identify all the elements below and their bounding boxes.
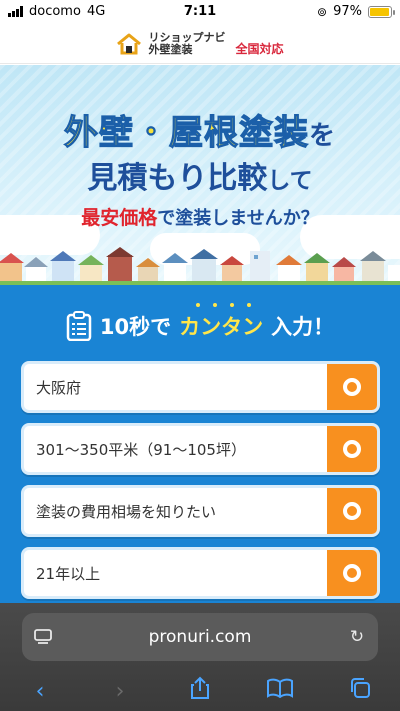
tabs-icon[interactable] xyxy=(340,677,380,705)
battery-icon xyxy=(368,5,395,18)
bookmarks-icon[interactable] xyxy=(260,678,300,704)
form-title-prefix: 10秒で xyxy=(99,315,172,339)
hero-tagline-rest: で塗装しませんか？ xyxy=(157,208,319,229)
hero-subheadline-main: 見積もり比較 xyxy=(87,161,268,196)
url-text[interactable]: pronuri.com xyxy=(64,627,336,647)
share-icon[interactable] xyxy=(180,676,220,706)
area-value: 301〜350平米（91〜105坪） xyxy=(36,440,246,459)
status-bar: docomo 4G 7:11 ⊚ 97% xyxy=(0,0,400,24)
house-logo-icon xyxy=(117,33,142,54)
select-button[interactable] xyxy=(327,364,377,410)
hero-subheadline: 見積もり比較して xyxy=(0,153,400,197)
back-icon[interactable]: ‹ xyxy=(20,679,60,704)
circle-icon xyxy=(343,502,361,520)
battery-percent: 97% xyxy=(333,4,362,19)
nationwide-badge: 全国対応 xyxy=(235,42,284,56)
logo-line1: リショップナビ xyxy=(148,30,226,44)
browser-toolbar: ‹ › xyxy=(0,671,400,711)
form-title-suffix: 入力！ xyxy=(271,315,335,339)
hero-headline-main: 外壁・屋根塗装 xyxy=(63,112,309,153)
hero-subheadline-tail: して xyxy=(267,168,313,194)
select-button[interactable] xyxy=(327,426,377,472)
circle-icon xyxy=(343,440,361,458)
building-age-value: 21年以上 xyxy=(36,564,101,583)
quote-form-section: 10秒で カンタン 入力！ 大阪府 301〜350平米（91〜105坪） 塗装の費用… xyxy=(0,285,400,615)
form-title: 10秒で カンタン 入力！ xyxy=(0,311,400,341)
prefecture-value: 大阪府 xyxy=(36,378,82,397)
purpose-value: 塗装の費用相場を知りたい xyxy=(36,502,217,521)
site-logo-text: リショップナビ 外壁塗装 xyxy=(148,32,225,55)
form-title-accent: カンタン xyxy=(179,315,264,339)
hero-banner: 外壁・屋根塗装を 見積もり比較して 最安価格で塗装しませんか？ xyxy=(0,65,400,285)
circle-icon xyxy=(343,564,361,582)
site-header[interactable]: リショップナビ 外壁塗装 全国対応 xyxy=(0,24,400,64)
select-button[interactable] xyxy=(327,488,377,534)
reader-icon[interactable] xyxy=(22,629,64,645)
circle-icon xyxy=(343,378,361,396)
forward-icon[interactable]: › xyxy=(100,679,140,704)
purpose-select[interactable]: 塗装の費用相場を知りたい xyxy=(21,485,380,537)
orientation-lock-icon: ⊚ xyxy=(317,4,328,19)
logo-line2: 外壁塗装 xyxy=(148,42,193,56)
emphasis-dots xyxy=(196,303,251,307)
status-right: ⊚ 97% xyxy=(317,4,395,19)
clipboard-icon xyxy=(66,311,92,341)
hero-headline-particle: を xyxy=(308,121,336,151)
hero-tagline: 最安価格で塗装しませんか？ xyxy=(0,203,400,230)
building-age-select[interactable]: 21年以上 xyxy=(21,547,380,599)
reload-icon[interactable]: ↻ xyxy=(336,627,378,647)
address-bar[interactable]: pronuri.com ↻ xyxy=(22,613,378,661)
select-button[interactable] xyxy=(327,550,377,596)
area-select[interactable]: 301〜350平米（91〜105坪） xyxy=(21,423,380,475)
hero-tagline-highlight: 最安価格 xyxy=(81,207,158,229)
town-illustration xyxy=(0,247,400,285)
prefecture-select[interactable]: 大阪府 xyxy=(21,361,380,413)
hero-headline: 外壁・屋根塗装を xyxy=(0,105,400,154)
browser-chrome: pronuri.com ↻ ‹ › xyxy=(0,603,400,711)
